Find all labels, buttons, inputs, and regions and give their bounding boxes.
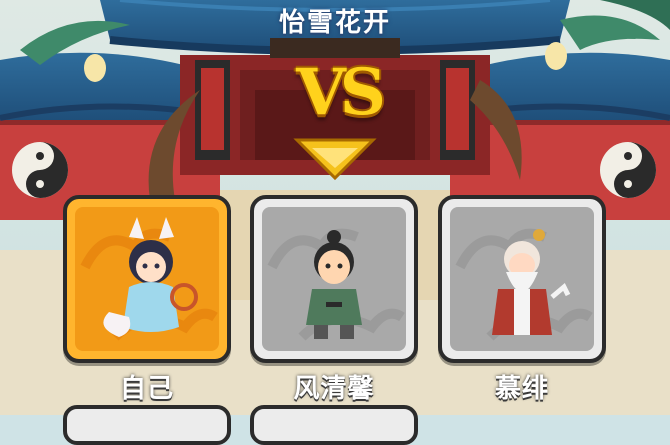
card-inner (75, 207, 219, 351)
spirit-left-icon (84, 54, 106, 82)
card-inner (262, 207, 406, 351)
vs-label: VS (296, 55, 386, 130)
card-inner (450, 207, 594, 351)
character-name-self: 自己 (119, 374, 174, 404)
character-name-mufei: 慕绯 (494, 374, 549, 404)
character-card-partial[interactable] (63, 405, 231, 445)
fox-girl-avatar (103, 217, 198, 337)
character-card-fengqingxin[interactable] (250, 195, 418, 363)
old-master-avatar (492, 229, 571, 335)
page-title: 怡雪花开 (278, 8, 391, 38)
character-card-partial[interactable] (250, 405, 418, 445)
character-card-self[interactable] (63, 195, 231, 363)
swordsman-avatar (306, 230, 362, 339)
character-card-mufei[interactable] (438, 195, 606, 363)
character-name-fengqingxin: 风清馨 (293, 374, 375, 404)
spirit-right-icon (545, 42, 567, 70)
